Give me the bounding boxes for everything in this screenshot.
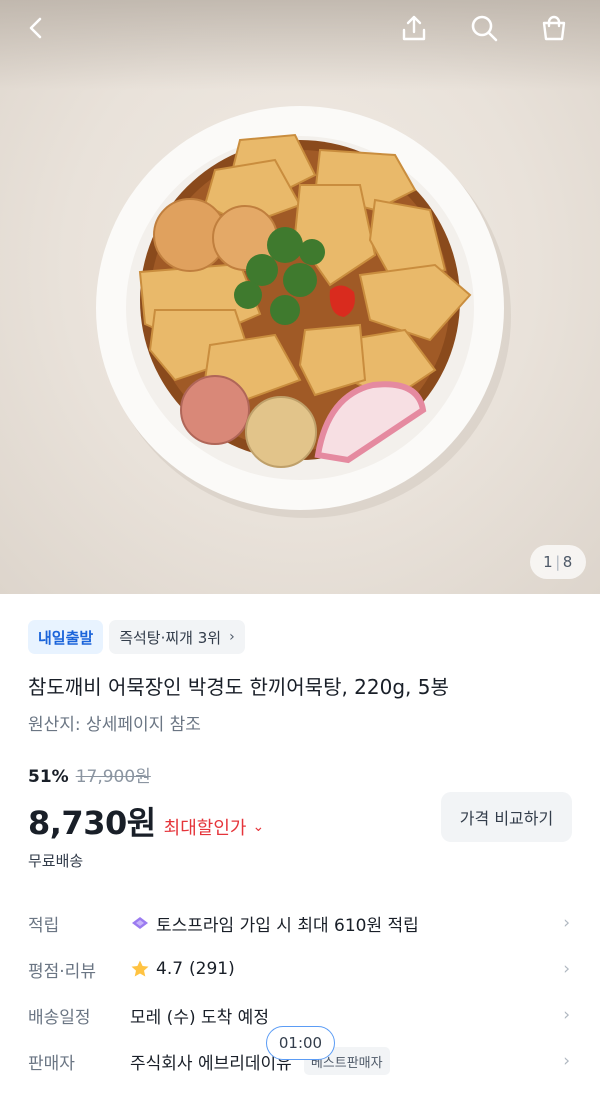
cart-button[interactable] bbox=[532, 6, 576, 50]
product-image[interactable]: 1 | 8 bbox=[0, 0, 600, 594]
original-price: 17,900원 bbox=[75, 767, 151, 787]
back-icon bbox=[29, 17, 42, 39]
star-icon bbox=[131, 960, 149, 977]
max-discount-toggle[interactable]: 최대할인가 ⌄ bbox=[164, 814, 265, 840]
seller-value-wrap: 주식회사 에브리데이유 베스트판매자 bbox=[130, 1047, 390, 1075]
badge-row: 내일출발 즉석탕·찌개 3위 › bbox=[28, 620, 245, 654]
ranking-label: 즉석탕·찌개 3위 bbox=[119, 628, 222, 647]
chevron-right-icon: › bbox=[563, 913, 570, 933]
timer-chip[interactable]: 01:00 bbox=[266, 1026, 335, 1060]
product-info: 내일출발 즉석탕·찌개 3위 › 참도깨비 어묵장인 박경도 한끼어묵탕, 22… bbox=[0, 594, 600, 1093]
max-discount-label: 최대할인가 bbox=[163, 818, 247, 839]
rating-value-wrap: 4.7 (291) bbox=[130, 959, 235, 979]
seller-name: 주식회사 에브리데이유 bbox=[130, 1053, 292, 1074]
search-icon bbox=[471, 15, 498, 42]
page-separator: | bbox=[555, 553, 561, 571]
search-button[interactable] bbox=[462, 6, 506, 50]
points-value-wrap: 토스프라임 가입 시 최대 610원 적립 bbox=[130, 911, 419, 936]
row-points[interactable]: 적립 토스프라임 가입 시 최대 610원 적립 › bbox=[0, 900, 600, 946]
back-button[interactable] bbox=[14, 6, 58, 50]
page-total: 8 bbox=[562, 553, 573, 571]
sale-price: 8,730원 bbox=[28, 804, 156, 842]
row-rating[interactable]: 평점·리뷰 4.7 (291) › bbox=[0, 946, 600, 992]
points-value: 토스프라임 가입 시 최대 610원 적립 bbox=[156, 915, 419, 936]
chevron-right-icon: › bbox=[563, 959, 570, 979]
share-icon bbox=[402, 15, 426, 41]
compare-price-button[interactable]: 가격 비교하기 bbox=[441, 792, 572, 842]
delivery-label: 배송일정 bbox=[28, 1007, 91, 1028]
price-row: 8,730원 최대할인가 ⌄ bbox=[28, 798, 264, 844]
delivery-value: 모레 (수) 도착 예정 bbox=[130, 1007, 269, 1028]
chevron-down-icon: ⌄ bbox=[252, 819, 265, 835]
top-navigation-bar bbox=[0, 0, 600, 56]
product-title: 참도깨비 어묵장인 박경도 한끼어묵탕, 220g, 5봉 bbox=[28, 675, 449, 699]
page-current: 1 bbox=[543, 553, 554, 571]
image-page-counter: 1 | 8 bbox=[530, 545, 586, 579]
discount-rate: 51% bbox=[28, 767, 69, 787]
ranking-badge[interactable]: 즉석탕·찌개 3위 › bbox=[109, 620, 245, 654]
shipping-info: 무료배송 bbox=[28, 852, 84, 870]
chevron-right-icon: › bbox=[563, 1051, 570, 1071]
chevron-right-icon: › bbox=[563, 1005, 570, 1025]
chevron-right-icon: › bbox=[229, 629, 235, 645]
rating-score: 4.7 bbox=[156, 959, 184, 979]
review-count: (291) bbox=[189, 959, 235, 979]
share-button[interactable] bbox=[392, 6, 436, 50]
toss-prime-icon bbox=[132, 917, 148, 929]
rating-label: 평점·리뷰 bbox=[28, 961, 96, 982]
discount-row: 51% 17,900원 bbox=[28, 762, 151, 787]
origin-info: 원산지: 상세페이지 참조 bbox=[28, 715, 201, 735]
delivery-badge: 내일출발 bbox=[28, 620, 104, 654]
shopping-bag-icon bbox=[542, 15, 566, 41]
points-label: 적립 bbox=[28, 915, 60, 936]
seller-label: 판매자 bbox=[28, 1053, 75, 1074]
